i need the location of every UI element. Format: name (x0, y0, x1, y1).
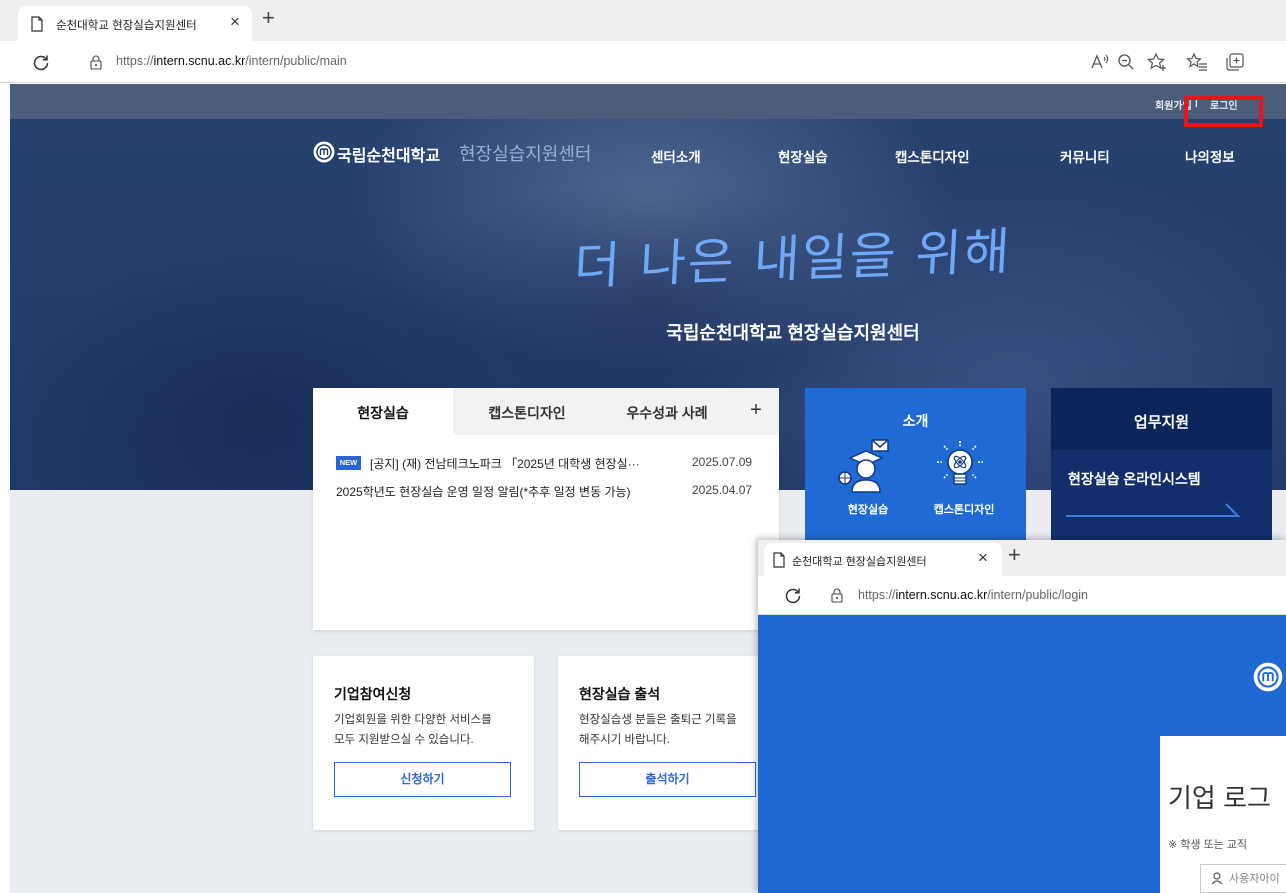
support-card: 업무지원 현장실습 온라인시스템 (1051, 388, 1272, 563)
logo-center-name[interactable]: 현장실습지원센터 (459, 140, 591, 166)
url-path: /intern/public/main (245, 54, 347, 68)
utility-bar: 회원가입 | 로그인 (10, 84, 1286, 119)
favorites-icon[interactable] (1186, 52, 1208, 72)
lock-icon[interactable] (89, 54, 103, 75)
url-scheme: https:// (858, 588, 896, 602)
notice-title[interactable]: 2025학년도 현장실습 운영 일정 알림(*추후 일정 변동 가능) (336, 483, 631, 500)
page-icon (30, 16, 44, 37)
browser-tab-strip: 순천대학교 현장실습지원센터 × + (758, 540, 1286, 576)
nav-item-field-practice[interactable]: 현장실습 (778, 146, 828, 166)
browser-tab[interactable]: 순천대학교 현장실습지원센터 × (764, 543, 1002, 576)
zoom-icon[interactable] (1116, 52, 1138, 72)
new-tab-button[interactable]: + (262, 5, 275, 31)
login-card: 기업 로그 ※ 학생 또는 교직 (1160, 736, 1286, 893)
service-description: 현장실습생 분들은 출퇴근 기록을 (579, 714, 737, 726)
login-note: ※ 학생 또는 교직 (1168, 839, 1248, 851)
username-input[interactable] (1201, 865, 1286, 892)
attendance-button[interactable]: 출석하기 (579, 762, 756, 797)
reload-icon[interactable] (32, 53, 50, 76)
address-bar[interactable]: https://intern.scnu.ac.kr/intern/public/… (116, 54, 347, 68)
new-tab-button[interactable]: + (1008, 542, 1021, 568)
read-aloud-icon[interactable] (1090, 52, 1112, 72)
service-title: 기업참여신청 (334, 686, 412, 702)
support-title: 업무지원 (1133, 414, 1190, 431)
university-logo-icon[interactable] (1253, 662, 1283, 697)
lock-icon[interactable] (830, 587, 844, 608)
username-field[interactable] (1200, 864, 1286, 893)
login-highlight-box (1184, 96, 1263, 127)
service-description: 해주시기 바랍니다. (579, 734, 671, 746)
tab-close-button[interactable]: × (230, 12, 240, 32)
tab-title: 순천대학교 현장실습지원센터 (792, 556, 927, 568)
browser-toolbar: https://intern.scnu.ac.kr/intern/public/… (758, 576, 1286, 615)
address-bar[interactable]: https://intern.scnu.ac.kr/intern/public/… (858, 588, 1088, 602)
university-logo-icon[interactable] (313, 141, 335, 163)
browser-tab[interactable]: 순천대학교 현장실습지원센터 × (18, 6, 252, 41)
lightbulb-icon[interactable] (934, 440, 986, 499)
nav-item-community[interactable]: 커뮤니티 (1060, 146, 1110, 166)
tab-best-cases[interactable]: 우수성과 사례 (601, 388, 733, 435)
service-description: 모두 지원받으실 수 있습니다. (334, 734, 474, 746)
tab-capstone[interactable]: 캡스톤디자인 (453, 388, 601, 435)
attendance-card: 현장실습 출석 현장실습생 분들은 출퇴근 기록을 해주시기 바랍니다. 출석하… (558, 656, 779, 830)
url-host: intern.scnu.ac.kr (153, 54, 246, 68)
notice-row[interactable]: NEW [공지] (재) 전남테크노파크 「2025년 대학생 현장실··· 2… (313, 454, 779, 474)
add-favorite-icon[interactable] (1146, 52, 1168, 72)
service-description: 기업회원을 위한 다양한 서비스를 (334, 714, 492, 726)
nav-item-center-intro[interactable]: 센터소개 (651, 146, 701, 166)
url-scheme: https:// (116, 54, 154, 68)
notice-row[interactable]: 2025학년도 현장실습 운영 일정 알림(*추후 일정 변동 가능) 2025… (313, 482, 779, 502)
notice-date: 2025.07.09 (692, 455, 753, 469)
arrow-right-icon[interactable] (1066, 500, 1246, 525)
tab-field-practice[interactable]: 현장실습 (313, 388, 453, 435)
service-title: 현장실습 출석 (579, 686, 661, 702)
browser-toolbar: https://intern.scnu.ac.kr/intern/public/… (0, 41, 1286, 83)
logo-university-name[interactable]: 국립순천대학교 (337, 142, 440, 166)
url-path: /intern/public/login (987, 588, 1089, 602)
notice-more-button[interactable]: + (733, 388, 779, 435)
company-application-card: 기업참여신청 기업회원을 위한 다양한 서비스를 모두 지원받으실 수 있습니다… (313, 656, 534, 830)
nav-item-my-info[interactable]: 나의정보 (1185, 146, 1235, 166)
new-badge: NEW (336, 456, 361, 470)
login-heading: 기업 로그 (1168, 783, 1271, 813)
intro-card: 소개 현장실습 캡스톤디자인 (805, 388, 1026, 563)
reload-icon[interactable] (784, 586, 802, 609)
student-icon[interactable] (836, 438, 894, 499)
nav-item-capstone[interactable]: 캡스톤디자인 (895, 146, 970, 166)
notice-date: 2025.04.07 (692, 483, 753, 497)
url-host: intern.scnu.ac.kr (895, 588, 988, 602)
apply-button[interactable]: 신청하기 (334, 762, 511, 797)
collections-icon[interactable] (1225, 52, 1247, 72)
notice-board: 현장실습 캡스톤디자인 우수성과 사례 + NEW [공지] (재) 전남테크노… (313, 388, 779, 630)
tab-title: 순천대학교 현장실습지원센터 (56, 20, 197, 32)
hero-subtitle: 국립순천대학교 현장실습지원센터 (666, 323, 920, 343)
browser-tab-strip: 순천대학교 현장실습지원센터 × + (0, 0, 1286, 41)
login-window-screenshot: 순천대학교 현장실습지원센터 × + https://intern.scnu.a… (758, 540, 1286, 893)
notice-title[interactable]: [공지] (재) 전남테크노파크 「2025년 대학생 현장실··· (370, 455, 640, 472)
online-system-link[interactable]: 현장실습 온라인시스템 (1068, 469, 1201, 489)
tab-close-button[interactable]: × (978, 548, 988, 568)
page-icon (772, 552, 786, 573)
intro-title: 소개 (902, 413, 929, 429)
intro-item-field-practice[interactable]: 현장실습 (818, 501, 918, 517)
intro-item-capstone[interactable]: 캡스톤디자인 (914, 501, 1014, 517)
login-page-background: 기업 로그 ※ 학생 또는 교직 (758, 615, 1286, 893)
